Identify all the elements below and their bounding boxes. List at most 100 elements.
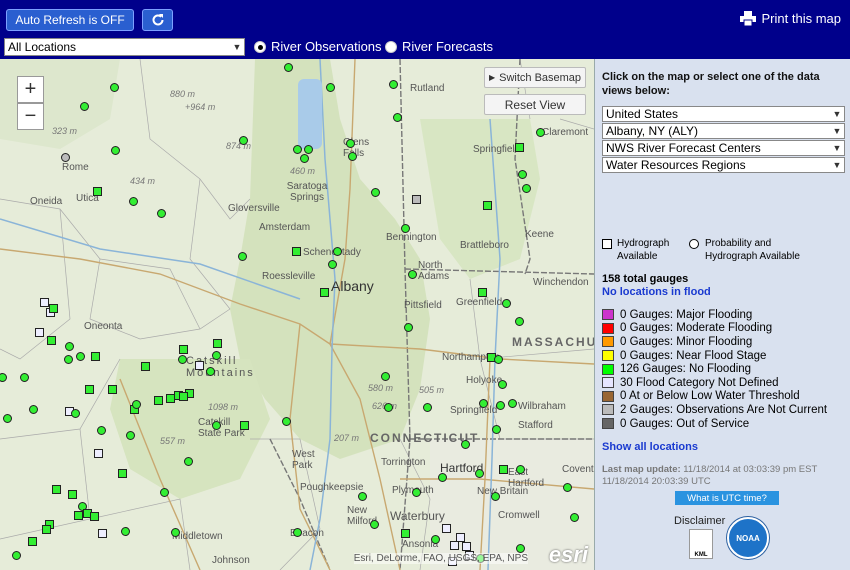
- gauge-square-marker[interactable]: [515, 143, 524, 152]
- gauge-circle-marker[interactable]: [126, 431, 135, 440]
- gauge-circle-marker[interactable]: [346, 139, 355, 148]
- switch-basemap-button[interactable]: ▶ Switch Basemap: [484, 67, 586, 88]
- gauge-circle-marker[interactable]: [563, 483, 572, 492]
- gauge-square-marker[interactable]: [42, 525, 51, 534]
- gauge-circle-marker[interactable]: [516, 544, 525, 553]
- reset-view-button[interactable]: Reset View: [484, 94, 586, 115]
- gauge-circle-marker[interactable]: [438, 473, 447, 482]
- gauge-circle-marker[interactable]: [516, 465, 525, 474]
- river-forecasts-radio[interactable]: River Forecasts: [385, 39, 493, 54]
- gauge-circle-marker[interactable]: [370, 520, 379, 529]
- print-map-link[interactable]: Print this map: [739, 11, 841, 26]
- gauge-circle-marker[interactable]: [498, 380, 507, 389]
- gauge-square-marker[interactable]: [52, 485, 61, 494]
- gauge-circle-marker[interactable]: [238, 252, 247, 261]
- gauge-circle-marker[interactable]: [502, 299, 511, 308]
- gauge-circle-marker[interactable]: [12, 551, 21, 560]
- gauge-circle-marker[interactable]: [389, 80, 398, 89]
- gauge-circle-marker[interactable]: [371, 188, 380, 197]
- gauge-circle-marker[interactable]: [393, 113, 402, 122]
- gauge-circle-marker[interactable]: [515, 317, 524, 326]
- gauge-circle-marker[interactable]: [536, 128, 545, 137]
- show-all-locations-link[interactable]: Show all locations: [602, 441, 698, 453]
- gauge-square-marker[interactable]: [240, 421, 249, 430]
- gauge-circle-marker[interactable]: [111, 146, 120, 155]
- gauge-square-marker[interactable]: [462, 542, 471, 551]
- gauge-square-marker[interactable]: [213, 339, 222, 348]
- gauge-circle-marker[interactable]: [300, 154, 309, 163]
- gauge-circle-marker[interactable]: [29, 405, 38, 414]
- gauge-square-marker[interactable]: [47, 336, 56, 345]
- gauge-circle-marker[interactable]: [239, 136, 248, 145]
- gauge-circle-marker[interactable]: [479, 399, 488, 408]
- gauge-circle-marker[interactable]: [491, 492, 500, 501]
- gauge-circle-marker[interactable]: [3, 414, 12, 423]
- gauge-square-marker[interactable]: [154, 396, 163, 405]
- gauge-square-marker[interactable]: [478, 288, 487, 297]
- gauge-circle-marker[interactable]: [212, 351, 221, 360]
- gauge-circle-marker[interactable]: [492, 425, 501, 434]
- gauge-circle-marker[interactable]: [121, 527, 130, 536]
- gauge-square-marker[interactable]: [166, 394, 175, 403]
- disclaimer-link[interactable]: Disclaimer: [674, 515, 725, 527]
- gauge-square-marker[interactable]: [292, 247, 301, 256]
- gauge-circle-marker[interactable]: [76, 352, 85, 361]
- river-observations-radio[interactable]: River Observations: [254, 39, 382, 54]
- gauge-square-marker[interactable]: [412, 195, 421, 204]
- gauge-square-marker[interactable]: [483, 201, 492, 210]
- gauge-circle-marker[interactable]: [61, 153, 70, 162]
- gauge-circle-marker[interactable]: [20, 373, 29, 382]
- gauge-circle-marker[interactable]: [358, 492, 367, 501]
- gauge-circle-marker[interactable]: [401, 224, 410, 233]
- gauge-square-marker[interactable]: [450, 541, 459, 550]
- gauge-square-marker[interactable]: [179, 345, 188, 354]
- gauge-circle-marker[interactable]: [304, 145, 313, 154]
- regions-select[interactable]: Water Resources Regions ▼: [602, 157, 845, 173]
- zoom-in-button[interactable]: +: [17, 76, 44, 103]
- rfc-select[interactable]: NWS River Forecast Centers ▼: [602, 140, 845, 156]
- gauge-square-marker[interactable]: [320, 288, 329, 297]
- gauge-circle-marker[interactable]: [184, 457, 193, 466]
- kml-icon[interactable]: KML: [689, 529, 713, 559]
- gauge-square-marker[interactable]: [93, 187, 102, 196]
- gauge-square-marker[interactable]: [195, 361, 204, 370]
- gauge-circle-marker[interactable]: [282, 417, 291, 426]
- gauge-circle-marker[interactable]: [64, 355, 73, 364]
- gauge-square-marker[interactable]: [141, 362, 150, 371]
- gauge-square-marker[interactable]: [98, 529, 107, 538]
- gauge-square-marker[interactable]: [91, 352, 100, 361]
- gauge-square-marker[interactable]: [28, 537, 37, 546]
- gauge-circle-marker[interactable]: [178, 355, 187, 364]
- gauge-square-marker[interactable]: [118, 469, 127, 478]
- gauge-square-marker[interactable]: [40, 298, 49, 307]
- map-view[interactable]: Rutland Claremont Springfield Rome Utica…: [0, 59, 594, 570]
- gauge-circle-marker[interactable]: [496, 401, 505, 410]
- auto-refresh-button[interactable]: Auto Refresh is OFF: [6, 9, 134, 31]
- zoom-out-button[interactable]: −: [17, 103, 44, 130]
- gauge-circle-marker[interactable]: [518, 170, 527, 179]
- gauge-circle-marker[interactable]: [431, 535, 440, 544]
- gauge-circle-marker[interactable]: [570, 513, 579, 522]
- gauge-circle-marker[interactable]: [423, 403, 432, 412]
- gauge-square-marker[interactable]: [94, 449, 103, 458]
- gauge-circle-marker[interactable]: [494, 355, 503, 364]
- noaa-logo-icon[interactable]: NOAA: [727, 517, 769, 559]
- gauge-circle-marker[interactable]: [293, 528, 302, 537]
- gauge-circle-marker[interactable]: [132, 400, 141, 409]
- utc-info-button[interactable]: What is UTC time?: [675, 491, 779, 505]
- gauge-circle-marker[interactable]: [404, 323, 413, 332]
- gauge-circle-marker[interactable]: [412, 488, 421, 497]
- gauge-circle-marker[interactable]: [65, 342, 74, 351]
- gauge-circle-marker[interactable]: [333, 247, 342, 256]
- gauge-circle-marker[interactable]: [212, 421, 221, 430]
- gauge-square-marker[interactable]: [499, 465, 508, 474]
- gauge-circle-marker[interactable]: [461, 440, 470, 449]
- gauge-circle-marker[interactable]: [206, 367, 215, 376]
- gauge-circle-marker[interactable]: [157, 209, 166, 218]
- gauge-square-marker[interactable]: [35, 328, 44, 337]
- refresh-button[interactable]: [142, 9, 173, 31]
- gauge-circle-marker[interactable]: [97, 426, 106, 435]
- gauge-circle-marker[interactable]: [328, 260, 337, 269]
- gauge-circle-marker[interactable]: [293, 145, 302, 154]
- country-select[interactable]: United States ▼: [602, 106, 845, 122]
